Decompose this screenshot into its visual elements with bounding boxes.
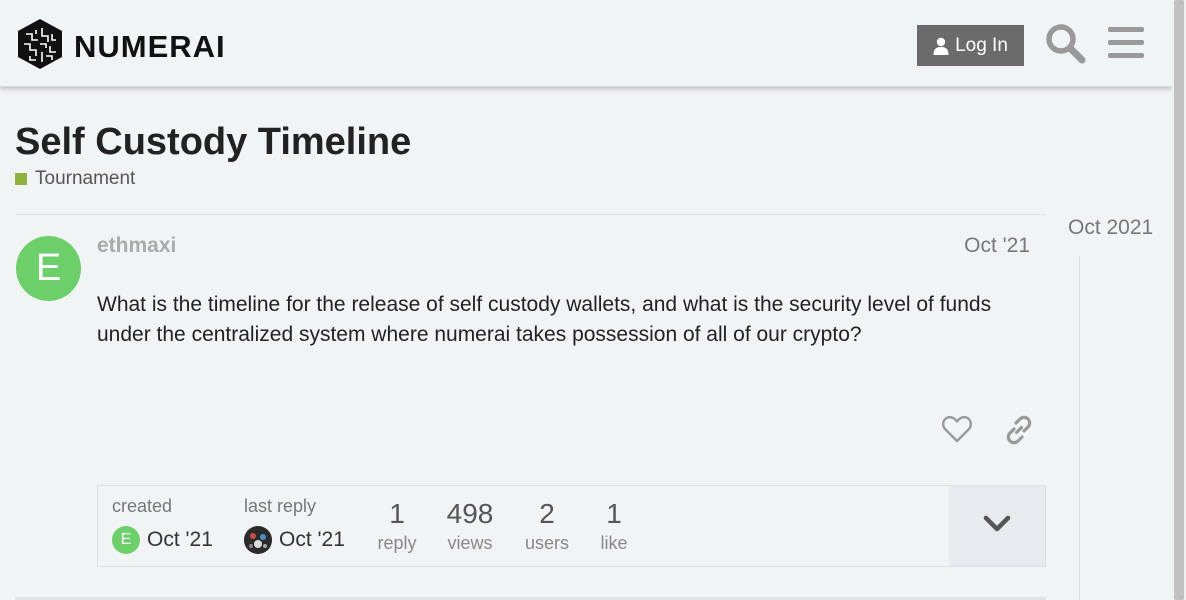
last-reply-avatar-image-icon — [244, 526, 272, 554]
category-color-swatch — [15, 173, 27, 185]
chevron-down-icon — [983, 515, 1011, 538]
post-body: What is the timeline for the release of … — [97, 293, 992, 346]
divider — [15, 214, 1046, 215]
stat-label: users — [524, 533, 569, 553]
login-button[interactable]: Log In — [917, 25, 1024, 66]
created-date[interactable]: Oct '21 — [147, 528, 213, 552]
stat-label: like — [600, 533, 628, 553]
site-logo[interactable]: NUMERAI — [16, 18, 226, 75]
search-icon[interactable] — [1044, 22, 1086, 69]
stat-likes: 1 like — [592, 498, 636, 556]
site-header: NUMERAI Log In — [0, 0, 1172, 87]
last-reply-label: last reply — [244, 496, 317, 516]
post-username[interactable]: ethmaxi — [97, 234, 176, 258]
stat-value: 1 — [389, 498, 405, 529]
stat-value: 498 — [446, 498, 494, 529]
author-avatar[interactable]: E — [16, 236, 81, 301]
brand-name: NUMERAI — [74, 28, 226, 64]
stat-label: views — [447, 533, 493, 553]
heart-icon[interactable] — [941, 414, 973, 449]
login-label: Log In — [955, 34, 1008, 56]
user-icon — [933, 37, 949, 55]
stat-label: reply — [377, 533, 417, 553]
hamburger-menu-icon[interactable] — [1108, 26, 1144, 65]
stat-value: 2 — [539, 498, 555, 529]
avatar-letter: E — [120, 531, 132, 548]
category-label: Tournament — [35, 168, 136, 189]
timeline-date[interactable]: Oct 2021 — [1068, 216, 1153, 240]
stat-views: 498 views — [438, 498, 502, 556]
post-date[interactable]: Oct '21 — [964, 234, 1030, 258]
timeline-track[interactable] — [1079, 256, 1080, 600]
stat-replies: 1 reply — [366, 498, 428, 556]
scrollbar-thumb[interactable] — [1174, 0, 1184, 600]
topic-title[interactable]: Self Custody Timeline — [15, 118, 411, 166]
stat-users: 2 users — [512, 498, 582, 556]
numerai-logo-icon — [16, 18, 64, 75]
created-label: created — [112, 496, 173, 516]
last-reply-avatar[interactable] — [244, 526, 272, 554]
topic-summary: created E Oct '21 last reply Oct '21 1 r… — [97, 485, 1046, 567]
link-icon[interactable] — [1003, 414, 1035, 451]
stat-value: 1 — [606, 498, 622, 529]
page-scrollbar[interactable] — [1172, 0, 1186, 600]
expand-summary-button[interactable] — [949, 486, 1045, 566]
created-avatar[interactable]: E — [112, 526, 140, 554]
avatar-letter: E — [35, 247, 62, 289]
last-reply-date[interactable]: Oct '21 — [279, 528, 345, 552]
category-badge[interactable]: Tournament — [15, 168, 135, 190]
